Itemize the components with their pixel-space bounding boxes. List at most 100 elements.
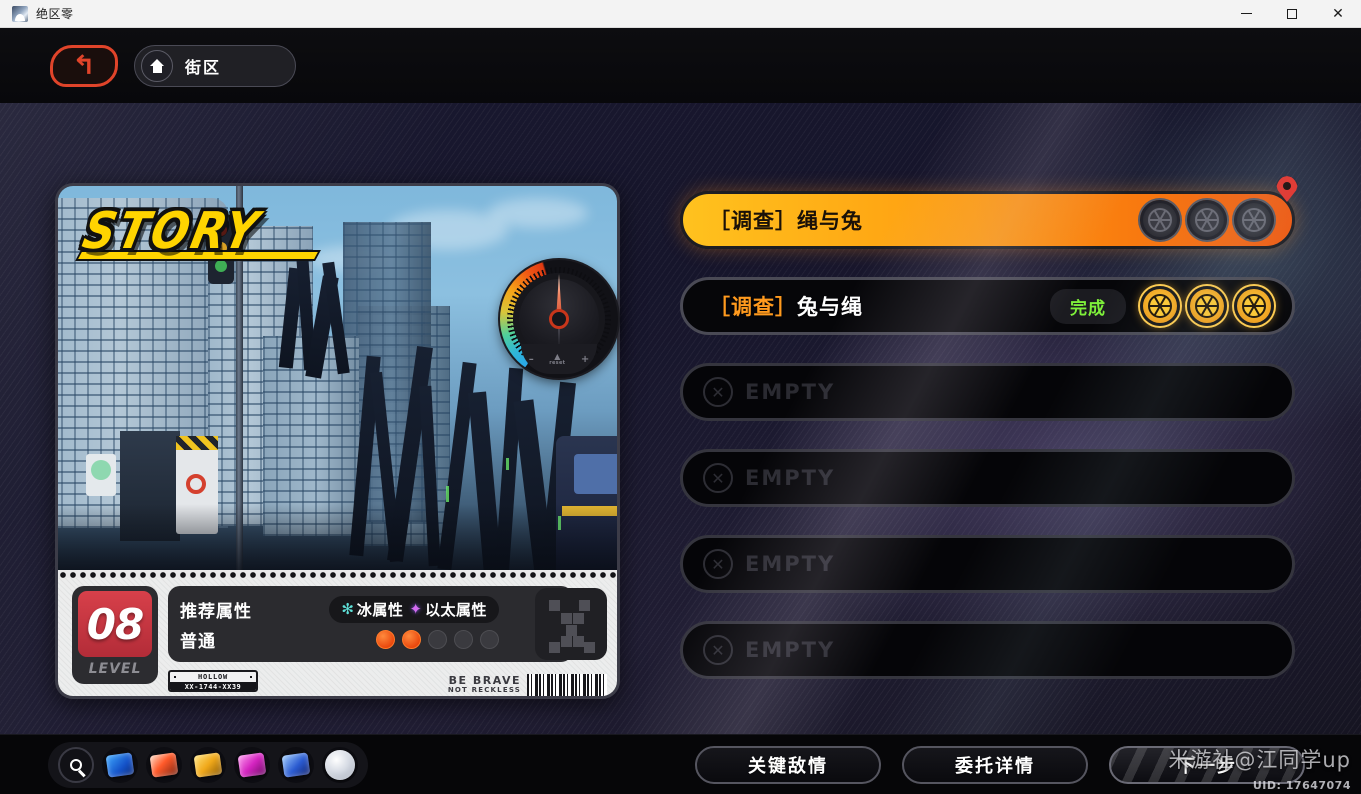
gauge-minus-button[interactable]: – xyxy=(529,354,534,365)
be-brave-slogan: BE BRAVE NOT RECKLESS xyxy=(448,675,521,694)
maximize-button[interactable] xyxy=(1269,0,1315,28)
back-arrow-icon: ↰ xyxy=(72,50,96,81)
hollow-pattern-icon xyxy=(535,588,607,660)
attribute-ice-label: 冰属性 xyxy=(356,600,404,619)
empty-slot-icon: ✕ xyxy=(703,377,733,407)
breadcrumb[interactable]: 街区 xyxy=(134,44,296,87)
level-number: 08 xyxy=(78,591,152,657)
mission-row-3[interactable]: ✕ EMPTY xyxy=(680,363,1295,421)
mission-name-2: 兔与绳 xyxy=(797,295,863,319)
window-title: 绝区零 xyxy=(36,7,74,21)
next-step-label: 下一步 xyxy=(1177,756,1237,777)
mission-medals-1 xyxy=(1140,200,1274,240)
enemy-intel-label: 关键敌情 xyxy=(748,756,828,777)
plate-top-text: HOLLOW xyxy=(170,672,256,682)
recommend-label: 推荐属性 xyxy=(180,601,252,622)
difficulty-dot xyxy=(402,629,421,649)
breadcrumb-label: 街区 xyxy=(185,57,222,77)
hollow-id-plate: HOLLOW XX-1744-XX39 xyxy=(168,670,258,692)
gauge-plus-button[interactable]: + xyxy=(581,354,589,365)
difficulty-row: 普通 xyxy=(180,624,561,654)
gauge-reset-label: reset xyxy=(549,359,566,366)
bottom-bar: 关键敌情 委托详情 下一步 米游社@江同学up UID: 17647074 xyxy=(0,734,1361,794)
recommend-row: 推荐属性 ✻ 冰属性 ✦ 以太属性 xyxy=(180,594,561,624)
attribute-pill: ✻ 冰属性 ✦ 以太属性 xyxy=(329,595,499,623)
gauge-hub xyxy=(549,309,569,329)
slogan-line-2: NOT RECKLESS xyxy=(447,685,521,694)
medal-icon xyxy=(1140,286,1180,326)
ether-icon: ✦ xyxy=(409,600,422,618)
difficulty-dot xyxy=(454,629,473,649)
mission-empty-label-6: EMPTY xyxy=(745,638,836,662)
top-navigation-bar: ↰ 街区 xyxy=(0,28,1361,103)
barcode xyxy=(527,674,607,696)
mission-tag-2: ［调查］ xyxy=(709,295,797,319)
enemy-intel-button[interactable]: 关键敌情 xyxy=(695,746,881,784)
slogan-line-1: BE BRAVE xyxy=(448,674,521,688)
search-icon[interactable] xyxy=(58,747,94,783)
mission-list: ［调查］绳与兔 ［调查］兔与绳 完成 ✕ EMPTY ✕ EMPTY ✕ EMP… xyxy=(680,176,1298,707)
attribute-ice: ✻ 冰属性 xyxy=(341,599,403,620)
next-step-button[interactable]: 下一步 xyxy=(1109,746,1305,784)
gauge-reset-button[interactable]: ▲ reset xyxy=(549,352,566,366)
card-info-section: 08 LEVEL 推荐属性 ✻ 冰属性 ✦ 以太属性 普通 HOLLOW XX-… xyxy=(58,578,617,696)
gauge-controls[interactable]: – ▲ reset + xyxy=(521,344,597,374)
medal-icon xyxy=(1234,200,1274,240)
medal-icon xyxy=(1234,286,1274,326)
ice-icon: ✻ xyxy=(341,600,354,618)
hollow-level-gauge[interactable]: – ▲ reset + xyxy=(500,260,618,378)
card-chip-icon[interactable] xyxy=(146,747,182,783)
plate-bottom-text: XX-1744-XX39 xyxy=(170,682,256,690)
mission-title-2: ［调查］兔与绳 xyxy=(709,291,863,321)
globe-chip-icon[interactable] xyxy=(102,747,138,783)
blue-chip-icon[interactable] xyxy=(278,747,314,783)
mission-row-1[interactable]: ［调查］绳与兔 xyxy=(680,176,1298,249)
difficulty-dot xyxy=(480,629,499,649)
game-window: ↰ 街区 STORY 08 LEVEL 推荐属性 ✻ 冰属性 ✦ 以太属性 普通… xyxy=(0,28,1361,794)
mission-name-1: 绳与兔 xyxy=(797,209,863,233)
mission-tag-1: ［调查］ xyxy=(709,209,797,233)
status-badge-completed: 完成 xyxy=(1050,288,1126,324)
disc-icon[interactable] xyxy=(322,747,358,783)
level-badge: 08 LEVEL xyxy=(72,586,158,684)
medal-icon xyxy=(1187,200,1227,240)
difficulty-dot xyxy=(376,629,395,649)
level-word: LEVEL xyxy=(88,661,142,677)
window-titlebar: 绝区零 ✕ xyxy=(0,0,1361,28)
empty-slot-icon: ✕ xyxy=(703,635,733,665)
mission-row-6[interactable]: ✕ EMPTY xyxy=(680,621,1295,679)
tool-tray xyxy=(48,742,368,788)
main-stage: STORY 08 LEVEL 推荐属性 ✻ 冰属性 ✦ 以太属性 普通 HOLL… xyxy=(0,103,1361,794)
commission-detail-label: 委托详情 xyxy=(955,756,1035,777)
recommendation-panel: 推荐属性 ✻ 冰属性 ✦ 以太属性 普通 xyxy=(168,586,573,662)
attribute-ether-label: 以太属性 xyxy=(424,600,487,619)
commission-detail-button[interactable]: 委托详情 xyxy=(902,746,1088,784)
close-button[interactable]: ✕ xyxy=(1315,0,1361,28)
gold-chip-icon[interactable] xyxy=(190,747,226,783)
mission-empty-label-5: EMPTY xyxy=(745,552,836,576)
medal-icon xyxy=(1187,286,1227,326)
minimize-button[interactable] xyxy=(1223,0,1269,28)
home-icon[interactable] xyxy=(141,49,173,82)
mission-empty-label-3: EMPTY xyxy=(745,380,836,404)
attribute-ether: ✦ 以太属性 xyxy=(409,599,487,620)
back-button[interactable]: ↰ xyxy=(50,44,118,87)
difficulty-label: 普通 xyxy=(180,631,216,652)
mission-row-2[interactable]: ［调查］兔与绳 完成 xyxy=(680,277,1295,335)
location-pin-icon xyxy=(1276,176,1298,202)
window-controls: ✕ xyxy=(1223,0,1361,28)
mission-title-1: ［调查］绳与兔 xyxy=(709,205,863,235)
story-logo: STORY xyxy=(77,202,267,261)
difficulty-dot xyxy=(428,629,447,649)
mission-empty-label-4: EMPTY xyxy=(745,466,836,490)
difficulty-dots xyxy=(376,629,499,649)
medal-icon xyxy=(1140,200,1180,240)
app-icon xyxy=(12,5,28,22)
mission-row-4[interactable]: ✕ EMPTY xyxy=(680,449,1295,507)
mission-row-5[interactable]: ✕ EMPTY xyxy=(680,535,1295,593)
story-card[interactable]: STORY 08 LEVEL 推荐属性 ✻ 冰属性 ✦ 以太属性 普通 HOLL… xyxy=(55,183,620,699)
empty-slot-icon: ✕ xyxy=(703,463,733,493)
mission-medals-2 xyxy=(1140,286,1274,326)
empty-slot-icon: ✕ xyxy=(703,549,733,579)
magenta-chip-icon[interactable] xyxy=(234,747,270,783)
